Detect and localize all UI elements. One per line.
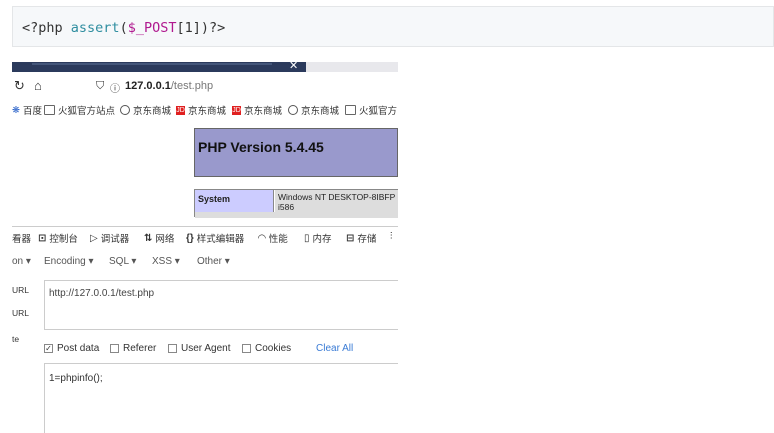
navigation-bar: ↻ ⌂ ⛉ ⓘ 127.0.0.1/test.php xyxy=(12,76,398,96)
bookmark-item[interactable]: 京东商城 xyxy=(288,103,339,117)
gauge-icon: ◠ xyxy=(258,232,266,244)
load-url-label[interactable]: URL xyxy=(12,285,29,295)
code-variable: $_POST xyxy=(127,20,177,36)
more-icon[interactable]: ⫶ xyxy=(390,231,392,242)
url-textarea[interactable]: http://127.0.0.1/test.php xyxy=(44,280,398,330)
phpinfo-table: System Windows NT DESKTOP-8IBFP i586 xyxy=(194,189,398,218)
new-tab-area[interactable] xyxy=(306,62,398,72)
code-open-paren: ( xyxy=(119,20,128,36)
system-value: Windows NT DESKTOP-8IBFP i586 xyxy=(275,190,398,212)
execute-label[interactable]: te xyxy=(12,334,19,344)
bookmark-item[interactable]: JD 京东商城 xyxy=(232,103,282,117)
tab-storage[interactable]: ⊟ 存储 xyxy=(346,231,376,246)
code-block: <?php assert($_POST[1])?> xyxy=(12,6,774,47)
code-index: [1] xyxy=(176,20,201,36)
menu-other[interactable]: Other ▾ xyxy=(197,256,230,267)
info-icon[interactable]: ⓘ xyxy=(110,80,120,95)
code-close: )?> xyxy=(200,20,226,36)
cookies-checkbox[interactable]: Cookies xyxy=(242,343,291,354)
code-open-tag: <?php xyxy=(22,20,71,36)
home-icon[interactable]: ⌂ xyxy=(34,78,42,93)
shield-icon[interactable]: ⛉ xyxy=(96,80,104,93)
tab-network[interactable]: ⇅ 网络 xyxy=(144,231,174,246)
checkbox-checked-icon: ✓ xyxy=(44,344,53,353)
globe-icon xyxy=(120,105,130,115)
memory-icon: ▯ xyxy=(304,232,310,244)
address-bar[interactable]: 127.0.0.1/test.php xyxy=(125,80,213,92)
folder-icon xyxy=(44,105,55,115)
system-label: System xyxy=(195,190,274,212)
referer-checkbox[interactable]: Referer xyxy=(110,343,156,354)
bookmark-item[interactable]: 京东商城 xyxy=(120,103,171,117)
tab-performance[interactable]: ◠ 性能 xyxy=(258,231,288,246)
tab-inspector[interactable]: 看器 xyxy=(12,231,31,245)
tab-strip-blur xyxy=(32,63,272,65)
devtools-toolbar: 看器 ⊡ 控制台 ▷ 调试器 ⇅ 网络 {} 样式编辑器 ◠ 性能 ▯ 内存 ⊟ 存储 ⫶ xyxy=(12,226,398,247)
bookmark-item[interactable]: JD 京东商城 xyxy=(176,103,226,117)
braces-icon: {} xyxy=(186,232,194,244)
split-url-label[interactable]: URL xyxy=(12,308,29,318)
menu-encoding[interactable]: Encoding ▾ xyxy=(44,256,94,267)
post-data-checkbox[interactable]: ✓ Post data xyxy=(44,343,99,354)
code-line: <?php assert($_POST[1])?> xyxy=(22,20,225,36)
code-function: assert xyxy=(70,20,120,36)
php-version-title: PHP Version 5.4.45 xyxy=(198,139,324,155)
bookmark-item[interactable]: ❋ 百度 xyxy=(12,103,42,118)
checkbox-icon xyxy=(242,344,251,353)
jd-icon: JD xyxy=(232,105,241,115)
globe-icon xyxy=(288,105,298,115)
menu-encryption[interactable]: on ▾ xyxy=(12,256,31,267)
table-next-row xyxy=(195,212,398,218)
storage-icon: ⊟ xyxy=(346,232,355,244)
paw-icon: ❋ xyxy=(12,104,20,116)
jd-icon: JD xyxy=(176,105,185,115)
browser-titlebar: ✕ xyxy=(12,62,398,72)
bookmarks-bar: ❋ 百度 火狐官方站点 京东商城 JD 京东商城 JD 京东商城 京东商城 火狐官方 xyxy=(12,100,398,118)
clear-all-link[interactable]: Clear All xyxy=(316,343,353,354)
menu-xss[interactable]: XSS ▾ xyxy=(152,256,180,267)
close-tab-icon[interactable]: ✕ xyxy=(289,62,298,72)
url-host: 127.0.0.1 xyxy=(125,80,171,92)
checkbox-icon xyxy=(168,344,177,353)
post-data-textarea[interactable]: 1=phpinfo(); xyxy=(44,363,398,433)
hackbar-options: ✓ Post data Referer User Agent Cookies Cl… xyxy=(44,341,398,357)
post-data-value: 1=phpinfo(); xyxy=(49,373,103,384)
url-path: /test.php xyxy=(170,80,214,92)
tab-memory[interactable]: ▯ 内存 xyxy=(304,231,332,246)
bookmark-item[interactable]: 火狐官方站点 xyxy=(44,103,115,117)
tab-debugger[interactable]: ▷ 调试器 xyxy=(90,231,129,246)
folder-icon xyxy=(345,105,356,115)
reload-icon[interactable]: ↻ xyxy=(14,78,25,94)
browser-screenshot: ✕ ↻ ⌂ ⛉ ⓘ 127.0.0.1/test.php ❋ 百度 火狐官方站点 … xyxy=(12,62,398,433)
user-agent-checkbox[interactable]: User Agent xyxy=(168,343,230,354)
url-textarea-value: http://127.0.0.1/test.php xyxy=(49,288,155,299)
console-icon: ⊡ xyxy=(38,232,47,244)
bookmark-item[interactable]: 火狐官方 xyxy=(345,103,397,117)
phpinfo-header: PHP Version 5.4.45 xyxy=(194,128,398,177)
debugger-icon: ▷ xyxy=(90,232,98,244)
tab-style-editor[interactable]: {} 样式编辑器 xyxy=(186,231,244,246)
menu-sql[interactable]: SQL ▾ xyxy=(109,256,136,267)
checkbox-icon xyxy=(110,344,119,353)
network-icon: ⇅ xyxy=(144,232,153,244)
tab-console[interactable]: ⊡ 控制台 xyxy=(38,231,78,246)
hackbar-menu: on ▾ Encoding ▾ SQL ▾ XSS ▾ Other ▾ xyxy=(12,254,398,270)
